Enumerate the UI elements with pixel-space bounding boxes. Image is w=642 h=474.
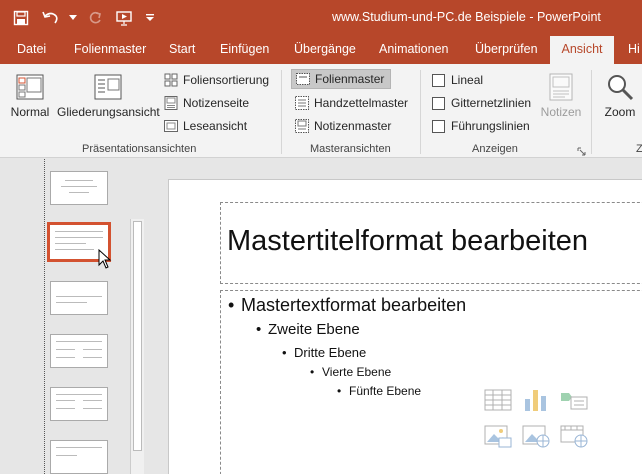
group-label-zoom: Z xyxy=(636,143,642,155)
guides-checkbox[interactable]: Führungslinien xyxy=(432,116,530,136)
ribbon-tabs: Datei Folienmaster Start Einfügen Übergä… xyxy=(0,36,642,64)
undo-dropdown-icon[interactable] xyxy=(68,6,78,30)
reading-view-icon xyxy=(164,120,178,132)
tab-ueberpruefen[interactable]: Überprüfen xyxy=(475,36,538,64)
slide-master-icon xyxy=(296,73,310,85)
title-placeholder-text: Mastertitelformat bearbeiten xyxy=(227,225,589,257)
quick-access-toolbar xyxy=(8,6,158,30)
thumbnail-scrollbar[interactable] xyxy=(130,219,144,474)
body-placeholder[interactable]: Mastertextformat bearbeiten Zweite Ebene… xyxy=(220,290,642,474)
slide-sorter-icon xyxy=(164,73,178,87)
group-separator xyxy=(591,70,592,154)
group-label-presentation-views: Präsentationsansichten xyxy=(82,143,197,155)
ruler-checkbox[interactable]: Lineal xyxy=(432,70,483,90)
tab-uebergaenge[interactable]: Übergänge xyxy=(294,36,356,64)
layout-thumbnail[interactable] xyxy=(50,387,108,421)
text-level-3: Dritte Ebene xyxy=(282,345,366,360)
redo-icon xyxy=(82,6,108,30)
gridlines-checkbox-box[interactable] xyxy=(432,96,445,110)
show-dialog-launcher-icon[interactable] xyxy=(577,145,586,156)
text-level-4: Vierte Ebene xyxy=(310,365,391,379)
window-title: www.Studium-und-PC.de Beispiele - PowerP… xyxy=(332,10,601,24)
normal-view-button[interactable]: Normal xyxy=(6,68,54,119)
normal-view-icon xyxy=(15,72,45,102)
notes-page-icon xyxy=(164,96,178,110)
group-separator xyxy=(281,70,282,154)
notes-master-button[interactable]: Notizenmaster xyxy=(295,116,391,136)
tab-hilfe[interactable]: Hi xyxy=(628,36,640,64)
start-presentation-icon[interactable] xyxy=(112,6,138,30)
outline-view-icon xyxy=(93,72,123,102)
title-placeholder[interactable]: Mastertitelformat bearbeiten xyxy=(220,202,642,284)
group-label-show: Anzeigen xyxy=(472,143,518,155)
layout-thumbnail[interactable] xyxy=(50,334,108,368)
tab-folienmaster[interactable]: Folienmaster xyxy=(74,36,146,64)
save-icon[interactable] xyxy=(8,6,34,30)
tab-einfuegen[interactable]: Einfügen xyxy=(220,36,269,64)
title-bar: www.Studium-und-PC.de Beispiele - PowerP… xyxy=(0,0,642,36)
tab-animationen[interactable]: Animationen xyxy=(379,36,449,64)
handout-master-icon xyxy=(295,96,309,110)
insert-table-icon[interactable] xyxy=(483,387,515,415)
slide-master-thumbnail[interactable] xyxy=(50,171,108,205)
gridlines-checkbox[interactable]: Gitternetzlinien xyxy=(432,93,531,113)
slide-canvas[interactable]: Mastertitelformat bearbeiten Mastertextf… xyxy=(168,179,642,474)
undo-icon[interactable] xyxy=(38,6,64,30)
tab-start[interactable]: Start xyxy=(169,36,195,64)
ribbon: Normal Gliederungsansicht Foliensortieru… xyxy=(0,64,642,158)
notes-button: Notizen xyxy=(536,68,586,119)
ruler-checkbox-box[interactable] xyxy=(432,73,445,87)
slide-editing-area: Mastertitelformat bearbeiten Mastertextf… xyxy=(150,159,642,474)
slide-master-button[interactable]: Folienmaster xyxy=(291,69,392,89)
slide-thumbnail-pane xyxy=(0,159,150,474)
layout-thumbnail[interactable] xyxy=(50,440,108,474)
insert-chart-icon[interactable] xyxy=(521,387,553,415)
text-level-1: Mastertextformat bearbeiten xyxy=(228,295,466,316)
group-label-master-views: Masteransichten xyxy=(310,143,391,155)
insert-online-picture-icon[interactable] xyxy=(521,423,553,451)
insert-picture-icon[interactable] xyxy=(483,423,515,451)
slide-sorter-button[interactable]: Foliensortierung xyxy=(164,70,269,90)
text-level-5: Fünfte Ebene xyxy=(337,384,421,398)
tab-ansicht[interactable]: Ansicht xyxy=(550,36,614,64)
group-separator xyxy=(420,70,421,154)
insert-content-icons xyxy=(483,387,595,457)
notes-page-button[interactable]: Notizenseite xyxy=(164,93,249,113)
reading-view-button[interactable]: Leseansicht xyxy=(164,116,247,136)
outline-view-button[interactable]: Gliederungsansicht xyxy=(57,68,160,119)
guides-checkbox-box[interactable] xyxy=(432,119,445,133)
handout-master-button[interactable]: Handzettelmaster xyxy=(295,93,408,113)
insert-smartart-icon[interactable] xyxy=(559,387,591,415)
thumbnail-scrollbar-thumb[interactable] xyxy=(133,221,142,451)
notes-icon xyxy=(547,72,575,102)
mouse-cursor-icon xyxy=(98,248,112,272)
magnifier-icon xyxy=(605,72,635,102)
zoom-button[interactable]: Zoom xyxy=(600,68,640,119)
tab-datei[interactable]: Datei xyxy=(17,36,46,64)
text-level-2: Zweite Ebene xyxy=(256,321,360,338)
notes-master-icon xyxy=(295,119,309,133)
insert-video-icon[interactable] xyxy=(559,423,591,451)
customize-qat-icon[interactable] xyxy=(142,6,158,30)
layout-thumbnail[interactable] xyxy=(50,281,108,315)
master-layout-connector xyxy=(44,159,45,474)
